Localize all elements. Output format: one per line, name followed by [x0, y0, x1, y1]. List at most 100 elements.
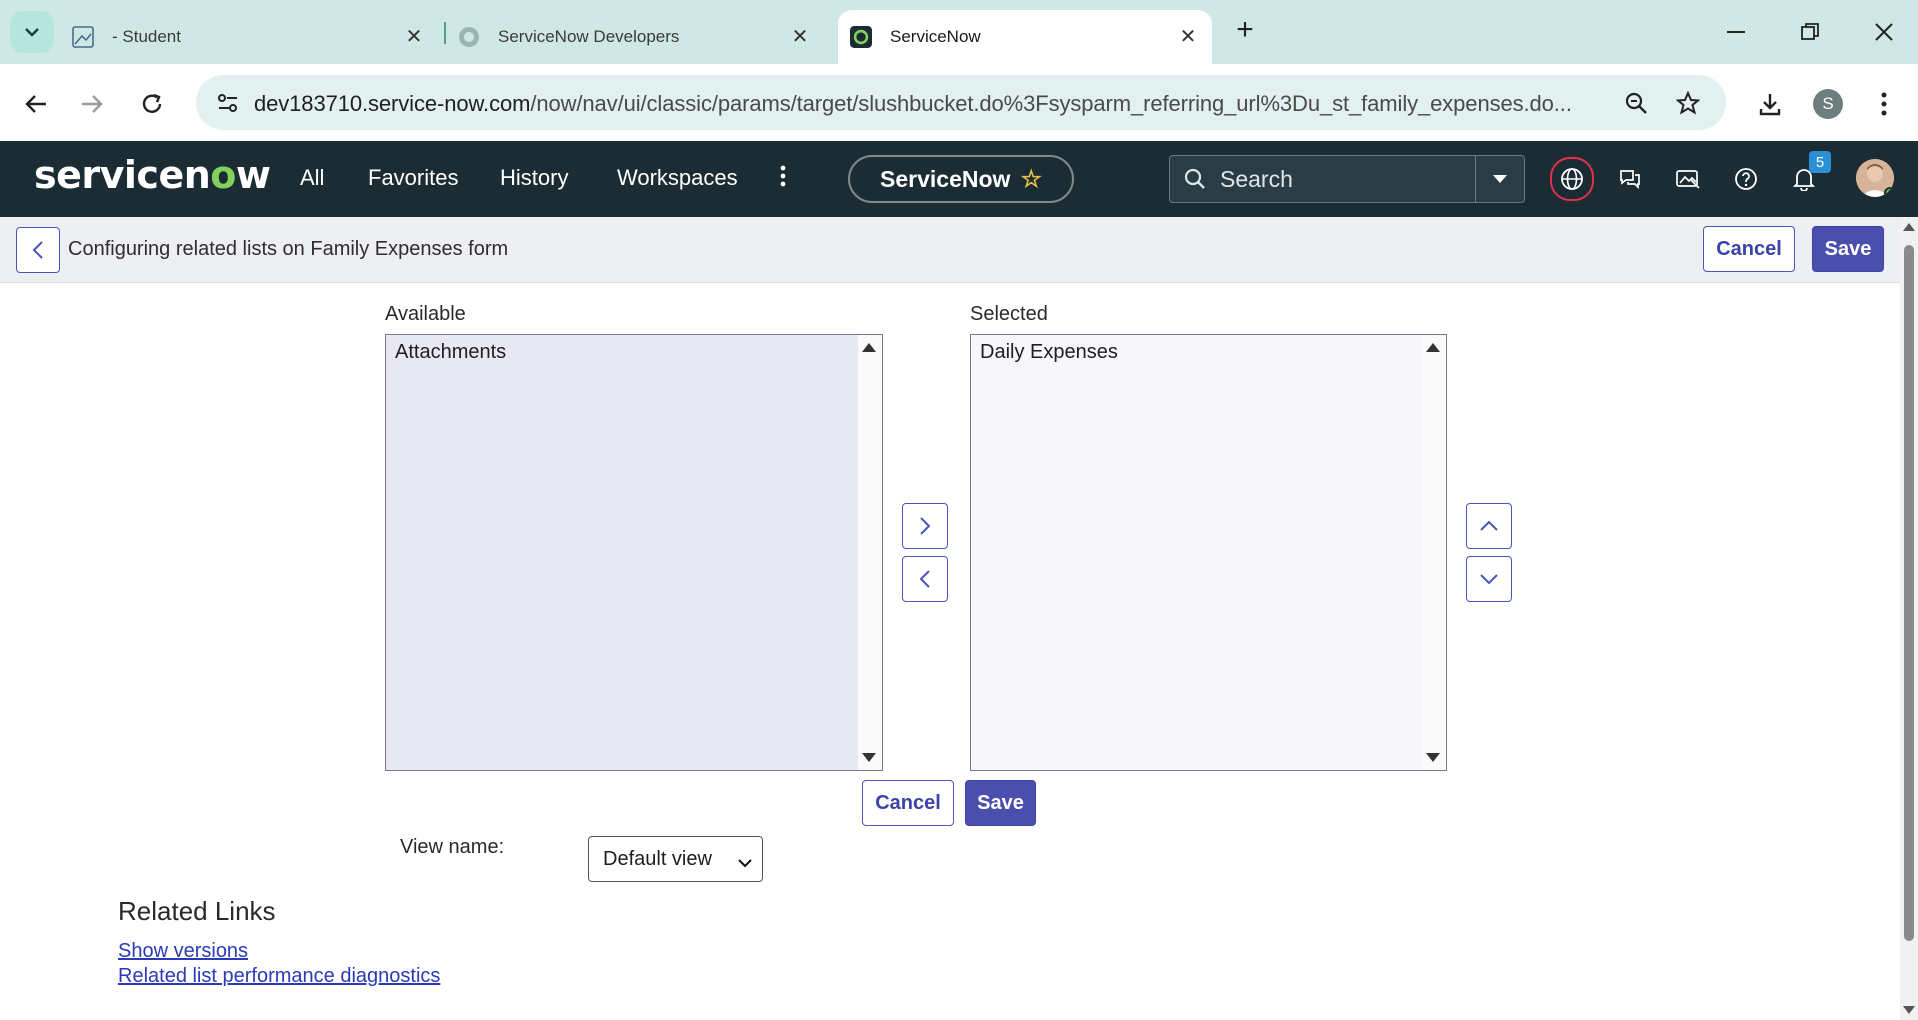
scroll-up-icon[interactable] [862, 343, 876, 352]
scrollbar-thumb[interactable] [1904, 245, 1914, 941]
browser-menu-button[interactable] [1866, 86, 1902, 122]
close-icon[interactable]: ✕ [788, 24, 812, 48]
logo-text-start: servicen [34, 153, 211, 197]
site-info-icon[interactable] [210, 85, 246, 121]
form-title-bar: Configuring related lists on Family Expe… [0, 217, 1900, 283]
bookmark-star-icon[interactable] [1672, 87, 1704, 119]
scroll-down-icon[interactable] [1426, 753, 1440, 762]
minimize-icon [1727, 31, 1745, 33]
impersonate-icon[interactable] [1670, 161, 1706, 197]
logo-o: o [210, 153, 236, 197]
back-button[interactable] [18, 86, 54, 122]
help-icon[interactable] [1728, 161, 1764, 197]
download-icon [1759, 94, 1781, 116]
available-label: Available [385, 303, 466, 325]
add-to-selected-button[interactable] [902, 503, 948, 549]
move-down-button[interactable] [1466, 556, 1512, 602]
tab-separator [444, 22, 446, 44]
reload-button[interactable] [134, 86, 170, 122]
chevron-down-icon [1480, 574, 1498, 585]
arrow-right-icon [82, 95, 103, 113]
notification-badge: 5 [1809, 151, 1831, 173]
servicenow-favicon-icon [850, 26, 872, 48]
chevron-left-icon [32, 241, 43, 259]
tab-search-button[interactable] [10, 11, 54, 53]
tab-title: ServiceNow Developers [498, 27, 680, 46]
reload-icon [142, 93, 162, 113]
minimize-button[interactable] [1716, 16, 1756, 48]
scroll-down-icon[interactable] [1903, 1006, 1915, 1014]
star-icon[interactable]: ☆ [1020, 165, 1042, 194]
scroll-up-icon[interactable] [1903, 223, 1915, 231]
chevron-left-icon [919, 570, 930, 588]
instance-name: ServiceNow [880, 165, 1011, 192]
browser-tab-bar: - Student ✕ ServiceNow Developers ✕ Serv… [0, 0, 1918, 64]
available-list[interactable]: Attachments [385, 334, 883, 771]
list-item[interactable]: Attachments [395, 341, 506, 364]
instance-pill[interactable]: ServiceNow ☆ [848, 155, 1074, 203]
nav-all[interactable]: All [300, 165, 324, 191]
downloads-button[interactable] [1752, 86, 1788, 122]
close-icon[interactable]: ✕ [1176, 24, 1200, 48]
search-icon [1184, 168, 1205, 189]
save-button[interactable]: Save [965, 780, 1036, 826]
cancel-button[interactable]: Cancel [1703, 226, 1795, 272]
selected-list-scrollbar[interactable] [1422, 335, 1446, 770]
chat-icon[interactable] [1612, 161, 1648, 197]
online-status-icon [1884, 187, 1894, 197]
profile-button[interactable]: S [1810, 86, 1846, 122]
selected-label: Selected [970, 303, 1048, 325]
servicenow-logo[interactable]: servicenow [34, 153, 271, 197]
close-icon[interactable]: ✕ [402, 24, 426, 48]
available-list-scrollbar[interactable] [858, 335, 882, 770]
servicenow-header: servicenow All Favorites History Workspa… [0, 141, 1918, 217]
show-versions-link[interactable]: Show versions [118, 940, 248, 963]
view-name-value: Default view [603, 847, 712, 870]
address-bar[interactable]: dev183710.service-now.com/now/nav/ui/cla… [196, 75, 1726, 130]
arrow-left-icon [25, 95, 46, 113]
list-item[interactable]: Daily Expenses [980, 341, 1118, 364]
search-input[interactable]: Search [1170, 156, 1475, 202]
tab-servicenow-developers[interactable]: ServiceNow Developers ✕ [458, 10, 824, 64]
globe-icon [1561, 168, 1583, 190]
chevron-up-icon [1480, 520, 1498, 531]
back-button[interactable] [16, 227, 60, 273]
page-scrollbar[interactable] [1900, 217, 1918, 1020]
move-up-button[interactable] [1466, 503, 1512, 549]
url-host: dev183710.service-now.com [254, 91, 531, 116]
close-window-button[interactable] [1864, 16, 1904, 48]
user-avatar[interactable] [1856, 159, 1894, 197]
global-search[interactable]: Search [1169, 155, 1525, 203]
servicenow-favicon-icon [458, 26, 480, 48]
restore-button[interactable] [1790, 16, 1830, 48]
scroll-down-icon[interactable] [862, 753, 876, 762]
tab-servicenow[interactable]: ServiceNow ✕ [838, 10, 1212, 64]
view-name-select[interactable]: Default view [588, 836, 763, 882]
logo-text-end: w [235, 153, 271, 197]
cancel-button[interactable]: Cancel [862, 780, 954, 826]
zoom-icon[interactable] [1620, 87, 1652, 119]
nav-favorites[interactable]: Favorites [368, 165, 458, 191]
more-menu-icon[interactable] [780, 163, 786, 194]
save-button[interactable]: Save [1812, 226, 1884, 272]
chevron-down-icon [25, 28, 39, 37]
selected-list[interactable]: Daily Expenses [970, 334, 1447, 771]
close-icon [1875, 23, 1893, 41]
nav-history[interactable]: History [500, 165, 568, 191]
remove-from-selected-button[interactable] [902, 556, 948, 602]
view-name-label: View name: [400, 836, 505, 858]
caret-down-icon [1493, 175, 1507, 183]
chevron-down-icon [738, 851, 752, 874]
forward-button[interactable] [74, 86, 110, 122]
search-scope-dropdown[interactable] [1475, 156, 1524, 202]
related-list-diagnostics-link[interactable]: Related list performance diagnostics [118, 965, 440, 988]
new-tab-button[interactable]: + [1230, 15, 1260, 46]
search-placeholder: Search [1220, 165, 1293, 192]
restore-icon [1801, 23, 1819, 40]
scroll-up-icon[interactable] [1426, 343, 1440, 352]
tab-student[interactable]: - Student ✕ [72, 10, 438, 64]
tab-title: ServiceNow [890, 27, 981, 46]
profile-avatar: S [1813, 89, 1843, 119]
scope-picker-button[interactable] [1550, 157, 1594, 201]
nav-workspaces[interactable]: Workspaces [617, 165, 738, 191]
